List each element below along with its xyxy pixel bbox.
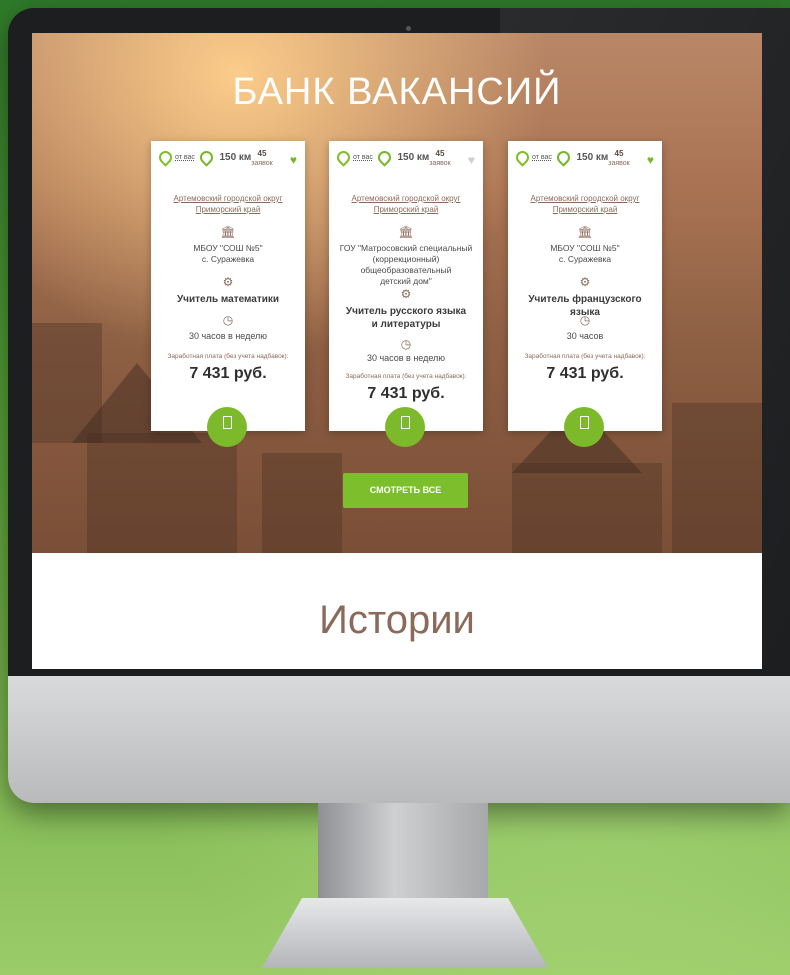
card-header: от вас 150 км 45 заявок ♥	[513, 148, 656, 173]
card-header: от вас 150 км 45 заявок ♥	[334, 148, 477, 173]
map-pin-icon	[156, 148, 175, 167]
heart-icon[interactable]: ♥	[468, 153, 475, 167]
building-icon: 🏛	[220, 225, 236, 239]
camera-icon	[406, 26, 411, 31]
region-line: Артемовский городской округ	[351, 194, 461, 203]
school-name: МБОУ "СОШ №5" с. Суражевка	[514, 243, 656, 265]
clock-icon: ◷	[400, 337, 412, 351]
building-icon: 🏛	[577, 225, 593, 239]
region-line: Приморский край	[373, 205, 439, 214]
monitor-chin	[8, 676, 790, 803]
gear-icon: ⚙	[222, 275, 234, 289]
card-header: от вас 150 км 45 заявок ♥	[156, 148, 299, 173]
building-icon: 🏛	[398, 225, 414, 239]
position-title: Учитель русского языка и литературы	[333, 305, 479, 331]
gear-icon: ⚙	[400, 287, 412, 301]
position-line: и литературы	[371, 319, 441, 330]
from-you-link[interactable]: от вас	[175, 154, 195, 161]
map-pin-icon	[197, 148, 217, 167]
school-name: МБОУ "СОШ №5" с. Суражевка	[157, 243, 299, 265]
requests-label: заявок	[251, 160, 273, 167]
position-line: Учитель русского языка	[345, 306, 467, 317]
vacancy-card[interactable]: от вас 150 км 45 заявок ♥ Артемовский гор…	[329, 141, 483, 447]
requests-counter: 45 заявок	[604, 149, 634, 168]
view-all-button[interactable]: СМОТРЕТЬ ВСЕ	[343, 473, 468, 508]
salary-value: 7 431 руб.	[367, 385, 445, 402]
salary-label: Заработная плата (без учета надбавок):	[345, 373, 467, 380]
gear-icon: ⚙	[579, 275, 591, 289]
school-line: ГОУ "Матросовский специальный	[339, 243, 473, 253]
background-house	[672, 403, 762, 553]
school-line: детский дом"	[380, 276, 432, 286]
region-link[interactable]: Артемовский городской округ Приморский кр…	[157, 193, 299, 215]
work-hours: 30 часов в неделю	[188, 331, 268, 341]
work-hours: 30 часов в неделю	[366, 353, 446, 363]
monitor-base	[262, 898, 548, 968]
school-name: ГОУ "Матросовский специальный (коррекцион…	[335, 243, 477, 287]
requests-counter: 45 заявок	[425, 149, 455, 168]
school-line: с. Суражевка	[558, 254, 612, 264]
from-you-link[interactable]: от вас	[353, 154, 373, 161]
school-line: МБОУ "СОШ №5"	[550, 243, 620, 253]
region-link[interactable]: Артемовский городской округ Приморский кр…	[514, 193, 656, 215]
clock-icon: ◷	[579, 313, 591, 327]
map-pin-icon	[554, 148, 574, 167]
requests-label: заявок	[608, 160, 630, 167]
school-line: (коррекционный) общеобразовательный	[360, 254, 452, 275]
school-line: МБОУ "СОШ №5"	[193, 243, 263, 253]
region-line: Артемовский городской округ	[530, 194, 640, 203]
salary-label: Заработная плата (без учета надбавок):	[524, 353, 646, 360]
requests-counter: 45 заявок	[247, 149, 277, 168]
salary-value: 7 431 руб.	[546, 365, 624, 382]
document-icon	[401, 416, 410, 429]
region-line: Приморский край	[552, 205, 618, 214]
heart-icon[interactable]: ♥	[647, 153, 654, 167]
region-line: Артемовский городской округ	[173, 194, 283, 203]
requests-label: заявок	[429, 160, 451, 167]
clock-icon: ◷	[222, 313, 234, 327]
work-hours: 30 часов	[566, 331, 604, 341]
monitor-stand	[318, 803, 488, 908]
background-house	[262, 453, 342, 553]
vacancy-card[interactable]: от вас 150 км 45 заявок ♥ Артемовский гор…	[151, 141, 305, 447]
heart-icon[interactable]: ♥	[290, 153, 297, 167]
apply-button[interactable]	[207, 407, 247, 447]
apply-button[interactable]	[385, 407, 425, 447]
background-house	[87, 433, 237, 553]
vacancy-card[interactable]: от вас 150 км 45 заявок ♥ Артемовский гор…	[508, 141, 662, 447]
map-pin-icon	[334, 148, 353, 167]
from-you-link[interactable]: от вас	[532, 154, 552, 161]
apply-button[interactable]	[564, 407, 604, 447]
map-pin-icon	[513, 148, 532, 167]
requests-count: 45	[435, 149, 445, 158]
salary-label: Заработная плата (без учета надбавок):	[167, 353, 289, 360]
stories-heading: Истории	[319, 598, 475, 642]
school-line: с. Суражевка	[201, 254, 255, 264]
map-pin-icon	[375, 148, 395, 167]
background-house	[512, 463, 662, 553]
position-title: Учитель математики	[176, 294, 280, 305]
requests-count: 45	[257, 149, 267, 158]
website-screen: БАНК ВАКАНСИЙ от вас 150 км 45 заявок ♥ А…	[32, 33, 762, 669]
hero-section: БАНК ВАКАНСИЙ от вас 150 км 45 заявок ♥ А…	[32, 33, 762, 553]
requests-count: 45	[614, 149, 624, 158]
page-title: БАНК ВАКАНСИЙ	[232, 71, 562, 113]
region-link[interactable]: Артемовский городской округ Приморский кр…	[335, 193, 477, 215]
document-icon	[223, 416, 232, 429]
salary-value: 7 431 руб.	[189, 365, 267, 382]
region-line: Приморский край	[195, 205, 261, 214]
document-icon	[580, 416, 589, 429]
